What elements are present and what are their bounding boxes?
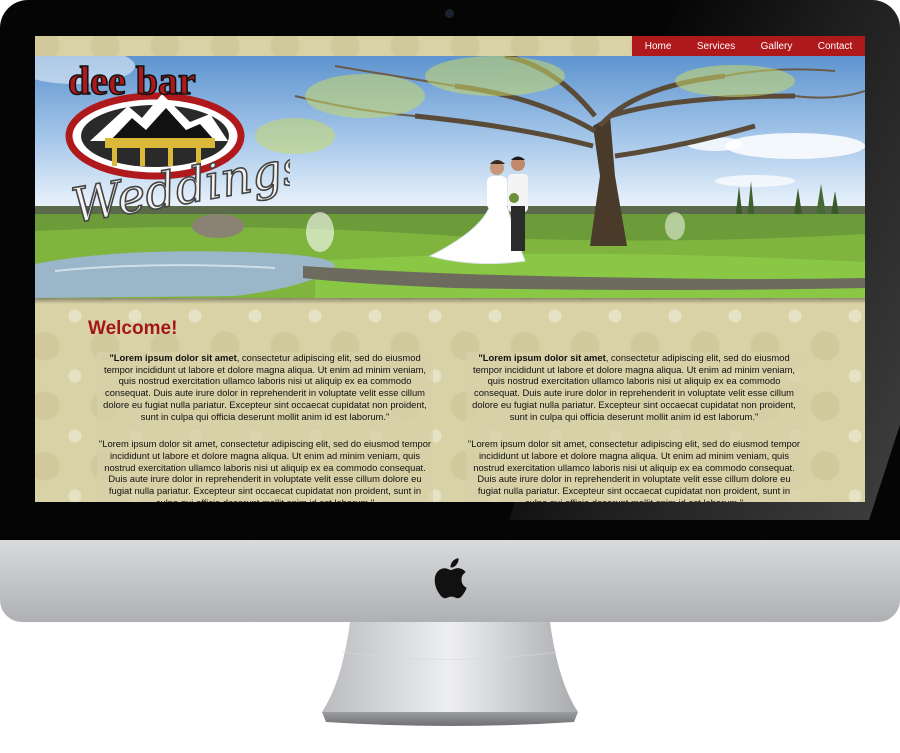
nav-gallery-link[interactable]: Gallery [761, 41, 793, 52]
hero-banner: dee bar Weddings [35, 56, 865, 298]
paragraph: "Lorem ipsum dolor sit amet, consectetur… [97, 438, 433, 502]
apple-logo-icon [434, 558, 467, 599]
paragraph-lead: "Lorem ipsum dolor sit amet [478, 352, 606, 363]
hero-shadow [35, 298, 865, 304]
paragraph: "Lorem ipsum dolor sit amet, consectetur… [466, 352, 802, 422]
monitor-stand [322, 622, 578, 726]
paragraph: "Lorem ipsum dolor sit amet, consectetur… [97, 352, 433, 422]
nav-contact-link[interactable]: Contact [818, 41, 852, 52]
main-nav: Home Services Gallery Contact [632, 36, 865, 56]
paragraph: "Lorem ipsum dolor sit amet, consectetur… [466, 438, 802, 502]
paragraph-text: "Lorem ipsum dolor sit amet, consectetur… [467, 438, 801, 502]
dee-bar-weddings-logo: dee bar Weddings [65, 57, 290, 226]
paragraph-text: "Lorem ipsum dolor sit amet, consectetur… [98, 438, 432, 502]
content-column-left: "Lorem ipsum dolor sit amet, consectetur… [97, 352, 433, 502]
content-column-right: "Lorem ipsum dolor sit amet, consectetur… [466, 352, 802, 502]
welcome-heading: Welcome! [88, 318, 178, 339]
website-screen: Home Services Gallery Contact dee bar We… [35, 36, 865, 502]
paragraph-lead: "Lorem ipsum dolor sit amet [109, 352, 237, 363]
nav-services-link[interactable]: Services [697, 41, 735, 52]
logo-dee-bar-text: dee bar [68, 58, 196, 103]
top-bar: Home Services Gallery Contact [35, 36, 865, 56]
camera-icon [446, 10, 453, 17]
nav-home-link[interactable]: Home [645, 41, 672, 52]
